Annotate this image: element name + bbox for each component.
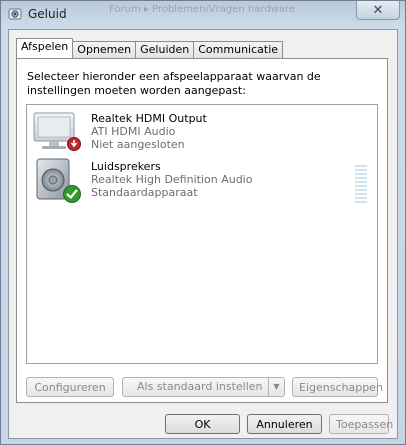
level-bar <box>355 197 367 199</box>
device-status: Standaardapparaat <box>91 186 198 199</box>
device-name: Luidsprekers <box>91 160 161 173</box>
level-bar <box>355 169 367 171</box>
level-bar <box>355 181 367 183</box>
sound-dialog-window: Geluid Forum ▸ Problemen/Vragen hardware… <box>0 0 406 445</box>
device-driver: Realtek High Definition Audio <box>91 173 253 186</box>
tab-geluiden[interactable]: Geluiden <box>135 41 195 58</box>
level-bar <box>355 201 367 203</box>
tab-strip: Afspelen Opnemen Geluiden Communicatie <box>16 38 284 58</box>
volume-level-meter <box>355 165 367 205</box>
default-checkmark-icon <box>63 185 81 203</box>
device-status: Niet aangesloten <box>91 138 185 151</box>
device-item-speakers[interactable]: Luidsprekers Realtek High Definition Aud… <box>27 157 377 205</box>
device-item-hdmi[interactable]: Realtek HDMI Output ATI HDMI Audio Niet … <box>27 109 377 157</box>
close-button[interactable]: ✕ <box>356 1 400 20</box>
level-bar <box>355 185 367 187</box>
device-action-buttons: Configureren Als standaard instellen ▼ E… <box>26 377 383 399</box>
level-bar <box>355 177 367 179</box>
level-bar <box>355 173 367 175</box>
instruction-text: Selecteer hieronder een afspeelapparaat … <box>27 70 321 97</box>
chevron-down-icon[interactable]: ▼ <box>268 378 284 396</box>
properties-button[interactable]: Eigenschappen <box>292 377 383 397</box>
set-default-label: Als standaard instellen <box>137 380 263 393</box>
unplugged-badge-icon <box>67 137 81 151</box>
close-icon: ✕ <box>372 2 384 18</box>
device-name: Realtek HDMI Output <box>91 112 207 125</box>
background-window-text: Forum ▸ Problemen/Vragen hardware <box>109 4 296 15</box>
apply-button[interactable]: Toepassen <box>329 414 393 434</box>
level-bar <box>355 193 367 195</box>
playback-tab-panel: Selecteer hieronder een afspeelapparaat … <box>16 58 388 403</box>
tab-opnemen[interactable]: Opnemen <box>72 41 137 58</box>
level-bar <box>355 189 367 191</box>
tab-afspelen[interactable]: Afspelen <box>16 38 74 58</box>
sound-app-icon <box>8 8 22 20</box>
title-bar[interactable]: Geluid Forum ▸ Problemen/Vragen hardware… <box>1 1 405 29</box>
configure-button[interactable]: Configureren <box>26 377 114 397</box>
cancel-button[interactable]: Annuleren <box>247 414 322 434</box>
tab-communicatie[interactable]: Communicatie <box>193 41 284 58</box>
playback-device-list[interactable]: Realtek HDMI Output ATI HDMI Audio Niet … <box>26 104 378 364</box>
ok-button[interactable]: OK <box>165 414 240 434</box>
level-bar <box>355 165 367 167</box>
dialog-client-area: Afspelen Opnemen Geluiden Communicatie S… <box>8 29 398 439</box>
set-default-split-button[interactable]: Als standaard instellen ▼ <box>122 377 285 397</box>
device-driver: ATI HDMI Audio <box>91 125 176 138</box>
window-title: Geluid <box>28 7 67 21</box>
